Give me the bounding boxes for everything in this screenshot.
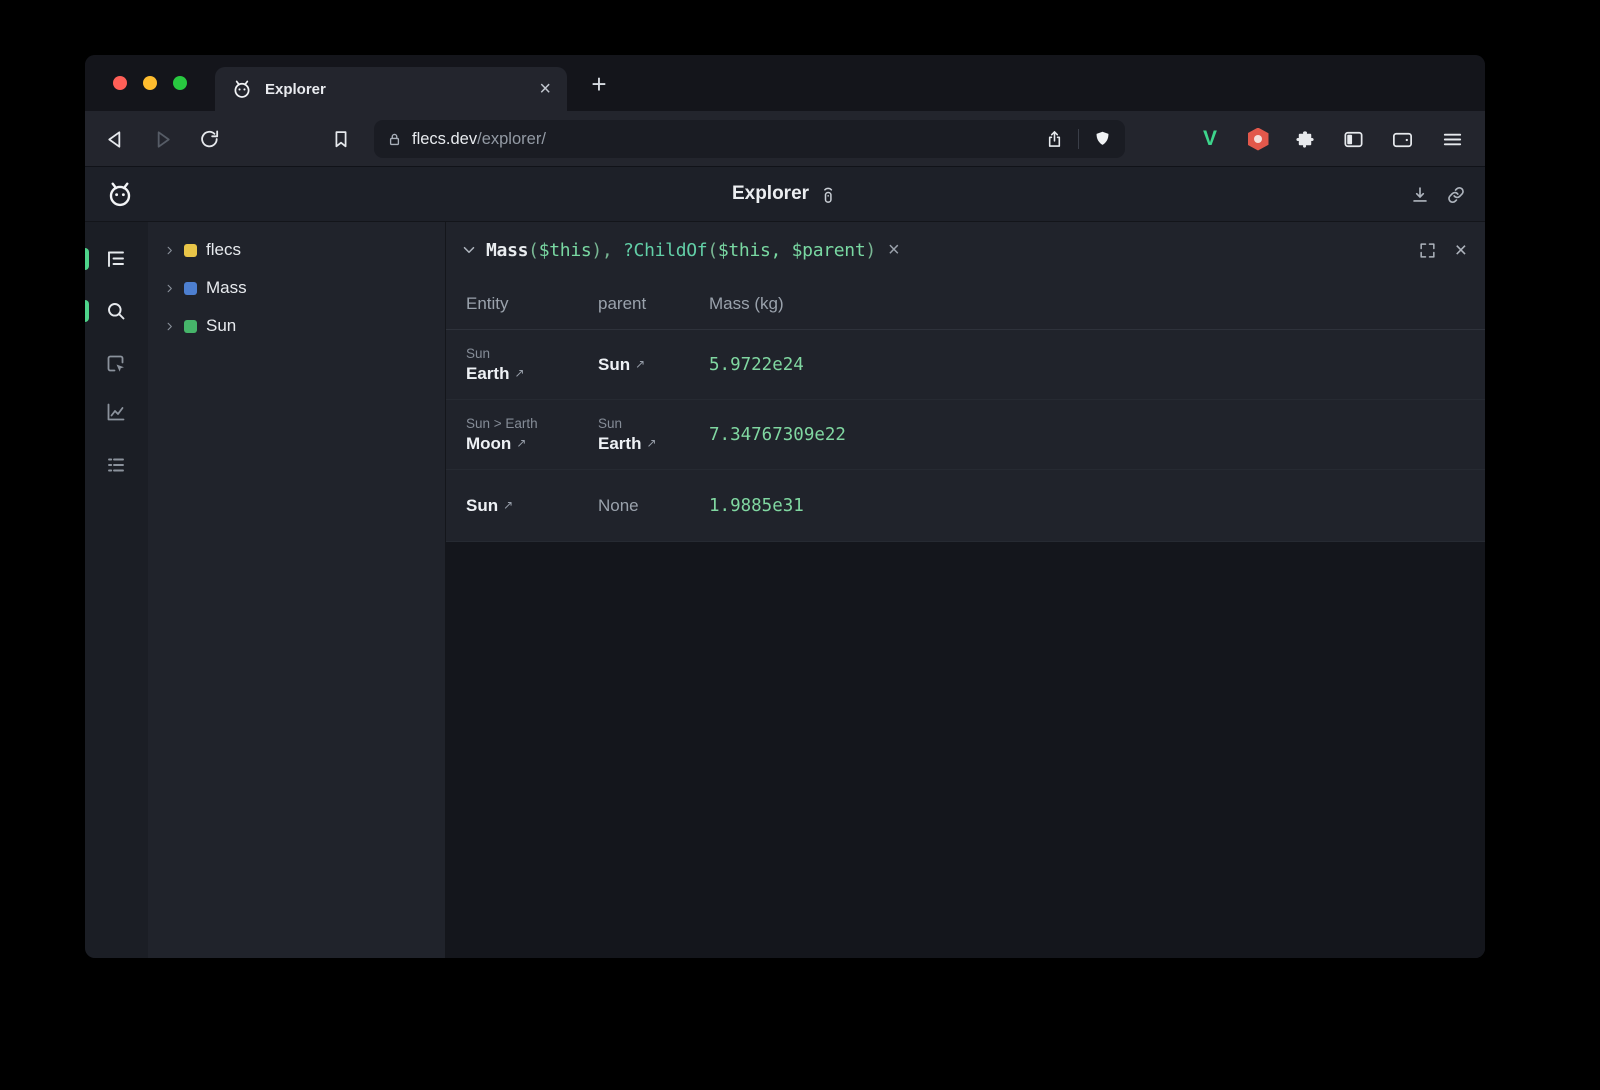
inspector-panel-icon[interactable] xyxy=(103,351,129,377)
mass-value: 1.9885e31 xyxy=(709,496,1485,516)
table-row: Sun↗ None 1.9885e31 xyxy=(446,470,1485,542)
entity-cell: Sun Earth↗ xyxy=(466,346,598,384)
wallet-icon[interactable] xyxy=(1389,126,1415,152)
mass-value: 7.34767309e22 xyxy=(709,425,1485,445)
flecs-favicon xyxy=(231,78,253,100)
remote-connection-icon[interactable] xyxy=(818,185,838,205)
table-row: Sun > Earth Moon↗ Sun Earth↗ 7.34767309e… xyxy=(446,400,1485,470)
brave-shield-icon[interactable] xyxy=(1092,129,1113,150)
app-header: Explorer xyxy=(85,167,1485,222)
tab-title: Explorer xyxy=(265,81,539,98)
menu-icon[interactable] xyxy=(1439,126,1465,152)
url-domain: flecs.dev xyxy=(412,130,477,148)
sidebar-toggle-icon[interactable] xyxy=(1340,126,1366,152)
tree-item-label: Mass xyxy=(206,278,247,298)
tree-panel-icon[interactable] xyxy=(103,246,129,272)
traffic-lights xyxy=(113,76,187,90)
tree-item-flecs[interactable]: flecs xyxy=(148,231,445,269)
mass-value: 5.9722e24 xyxy=(709,355,1485,375)
mass-cell: 7.34767309e22 xyxy=(709,425,1485,445)
url-text: flecs.dev/explorer/ xyxy=(412,130,546,149)
chevron-right-icon[interactable] xyxy=(164,321,175,332)
parent-cell: Sun↗ xyxy=(598,355,709,375)
entity-path: Sun > Earth xyxy=(466,416,598,431)
vue-devtools-icon[interactable]: V xyxy=(1197,126,1223,152)
browser-window: Explorer × + flecs.dev/explorer/ xyxy=(85,55,1485,958)
active-panel-indicator xyxy=(85,248,89,270)
entity-color-swatch xyxy=(184,320,197,333)
reload-icon[interactable] xyxy=(196,126,222,152)
query-bar: Mass($this), ?ChildOf($this, $parent) × … xyxy=(446,222,1485,278)
query-clear-icon[interactable]: × xyxy=(888,240,900,260)
entity-color-swatch xyxy=(184,244,197,257)
tab-bar: Explorer × + xyxy=(85,55,1485,111)
column-header-parent: parent xyxy=(598,294,709,314)
active-panel-indicator xyxy=(85,300,89,322)
parent-none: None xyxy=(598,496,709,516)
stats-panel-icon[interactable] xyxy=(103,399,129,425)
parent-link[interactable]: Earth↗ xyxy=(598,434,709,454)
share-icon[interactable] xyxy=(1044,129,1065,150)
open-entity-arrow-icon: ↗ xyxy=(646,436,656,450)
entity-tree-panel: flecs Mass Sun xyxy=(148,222,445,958)
chevron-right-icon[interactable] xyxy=(164,283,175,294)
minimize-window-button[interactable] xyxy=(143,76,157,90)
entity-path: Sun xyxy=(466,346,598,361)
entity-link[interactable]: Moon↗ xyxy=(466,434,598,454)
chevron-right-icon[interactable] xyxy=(164,245,175,256)
entity-cell: Sun↗ xyxy=(466,496,598,516)
bookmark-icon[interactable] xyxy=(328,126,354,152)
tree-item-label: Sun xyxy=(206,316,236,336)
tab-close-icon[interactable]: × xyxy=(539,79,551,99)
lock-icon xyxy=(386,131,403,148)
mass-cell: 5.9722e24 xyxy=(709,355,1485,375)
tool-sidebar xyxy=(85,222,148,958)
search-panel-icon[interactable] xyxy=(103,298,129,324)
parent-link[interactable]: Sun↗ xyxy=(598,355,709,375)
table-header-row: Entity parent Mass (kg) xyxy=(446,278,1485,330)
open-entity-arrow-icon: ↗ xyxy=(514,366,524,380)
column-header-entity: Entity xyxy=(466,294,598,314)
content-area: flecs Mass Sun xyxy=(85,222,1485,958)
entity-color-swatch xyxy=(184,282,197,295)
open-entity-arrow-icon: ↗ xyxy=(516,436,526,450)
fullscreen-icon[interactable] xyxy=(1418,241,1437,260)
flecs-logo xyxy=(105,179,135,209)
tree-item-label: flecs xyxy=(206,240,241,260)
entity-link[interactable]: Earth↗ xyxy=(466,364,598,384)
forward-icon[interactable] xyxy=(149,126,175,152)
entity-link[interactable]: Sun↗ xyxy=(466,496,598,516)
entity-path: Sun xyxy=(598,416,709,431)
entity-cell: Sun > Earth Moon↗ xyxy=(466,416,598,454)
results-empty-area xyxy=(446,542,1485,958)
close-window-button[interactable] xyxy=(113,76,127,90)
link-icon[interactable] xyxy=(1445,184,1467,206)
download-icon[interactable] xyxy=(1409,184,1431,206)
browser-tab[interactable]: Explorer × xyxy=(215,67,567,111)
query-expression[interactable]: Mass($this), ?ChildOf($this, $parent) xyxy=(486,240,876,261)
divider xyxy=(1078,129,1079,149)
zoom-window-button[interactable] xyxy=(173,76,187,90)
parent-cell: None xyxy=(598,496,709,516)
mass-cell: 1.9885e31 xyxy=(709,496,1485,516)
log-panel-icon[interactable] xyxy=(103,452,129,478)
table-row: Sun Earth↗ Sun↗ 5.9722e24 xyxy=(446,330,1485,400)
hexagon-extension-icon[interactable] xyxy=(1245,126,1271,152)
extensions-puzzle-icon[interactable] xyxy=(1292,126,1318,152)
navigation-bar: flecs.dev/explorer/ V xyxy=(85,111,1485,167)
query-panel: Mass($this), ?ChildOf($this, $parent) × … xyxy=(445,222,1485,958)
address-bar[interactable]: flecs.dev/explorer/ xyxy=(374,120,1125,158)
query-close-icon[interactable]: × xyxy=(1455,240,1467,261)
back-icon[interactable] xyxy=(102,126,128,152)
url-path: /explorer/ xyxy=(477,130,546,148)
open-entity-arrow-icon: ↗ xyxy=(503,498,513,512)
chevron-down-icon[interactable] xyxy=(460,241,478,259)
column-header-mass: Mass (kg) xyxy=(709,294,1485,314)
open-entity-arrow-icon: ↗ xyxy=(635,357,645,371)
new-tab-button[interactable]: + xyxy=(583,68,615,100)
parent-cell: Sun Earth↗ xyxy=(598,416,709,454)
tree-item-mass[interactable]: Mass xyxy=(148,269,445,307)
tree-item-sun[interactable]: Sun xyxy=(148,307,445,345)
page-title: Explorer xyxy=(732,183,809,205)
